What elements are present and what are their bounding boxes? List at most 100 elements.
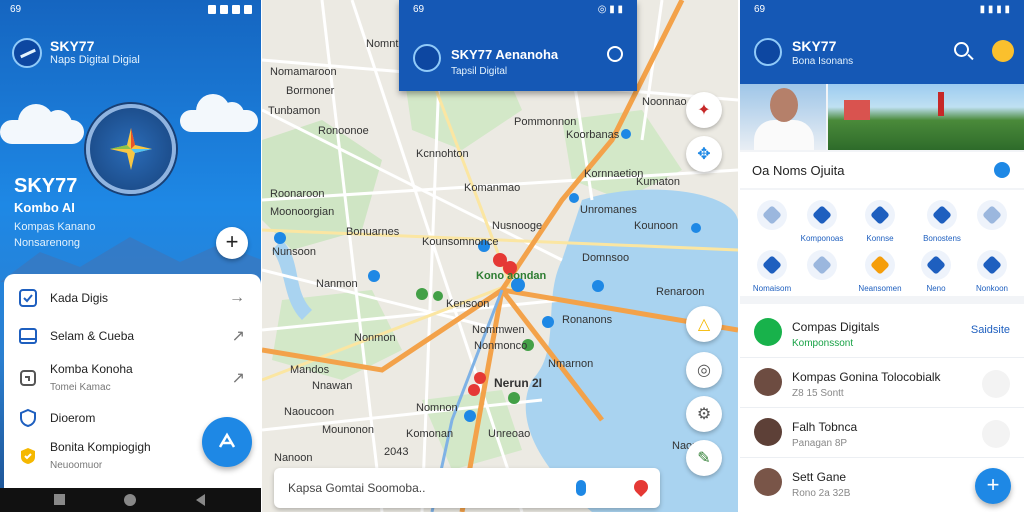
category-label: Nomaisom	[752, 284, 792, 293]
location-icon: ✥	[697, 146, 711, 163]
menu-item[interactable]: Selam & Cueba ↗	[4, 316, 261, 356]
menu-item-label: Selam & Cueba	[50, 329, 135, 343]
brand-subtitle: Kombo AI	[14, 200, 75, 215]
flower-icon	[865, 200, 895, 230]
category-item[interactable]: Bonostens	[914, 200, 970, 243]
shield-icon	[20, 408, 36, 428]
map-label: Unromanes	[580, 204, 637, 216]
map-search-bar[interactable]: Kapsa Gomtai Soomoba..	[274, 468, 660, 508]
menu-item-label: Bonita Kompiogigh	[50, 440, 151, 454]
landscape-photo[interactable]	[828, 84, 1024, 150]
category-item[interactable]	[794, 250, 850, 284]
map-label: Nomnon	[416, 402, 458, 414]
map-label: Nmarnon	[548, 358, 594, 370]
map-label: Kounsomnonce	[422, 236, 499, 248]
app-name: SKY77	[50, 38, 95, 54]
category-item[interactable]: Neansomen	[852, 250, 908, 293]
arrow-right-icon: →	[229, 289, 245, 306]
globe-icon[interactable]	[994, 162, 1010, 178]
check-square-icon	[19, 289, 37, 307]
category-item[interactable]: Nomaisom	[744, 250, 800, 293]
map-label: Kumaton	[636, 176, 681, 188]
category-item[interactable]: Komponoas	[794, 200, 850, 243]
map-label: Komonan	[406, 428, 454, 440]
edit-button[interactable]: ✎	[686, 440, 722, 476]
app-logo-icon	[12, 38, 42, 68]
add-fab-button[interactable]: +	[975, 468, 1011, 504]
home-icon[interactable]	[124, 494, 136, 506]
map-label: Ronanons	[562, 314, 613, 326]
map-label: Kcnnohton	[416, 148, 469, 160]
map-label: Kounoon	[634, 220, 679, 232]
guide-photo[interactable]	[740, 84, 826, 150]
add-button[interactable]: +	[216, 227, 248, 259]
layers-button[interactable]: ✦	[686, 92, 722, 128]
list-item[interactable]: Falh Tobnca Panagan 8P	[740, 408, 1024, 458]
map-label: Komanmao	[464, 182, 521, 194]
list-item-subtitle: Panagan 8P	[792, 438, 848, 449]
avatar[interactable]	[992, 40, 1014, 62]
screenshot-collage: 69 SKY77 Naps Digital Digial SKY77 Kombo…	[0, 0, 1024, 512]
app-subtitle: Bona Isonans	[792, 56, 854, 67]
map-label: Roonaroon	[270, 188, 325, 200]
category-item[interactable]	[964, 200, 1020, 234]
category-label: Konnse	[866, 234, 894, 243]
list-item-title: Falh Tobnca	[792, 420, 858, 434]
app-subtitle: Naps Digital Digial	[50, 54, 140, 66]
map-label: Naoucoon	[284, 406, 335, 418]
microphone-icon[interactable]	[576, 480, 586, 496]
shield-icon	[807, 200, 837, 230]
map-label: Ronoonoe	[318, 125, 369, 137]
map-label: Pommonnon	[514, 116, 577, 128]
list-item[interactable]: Kompas Gonina Tolocobialk Z8 15 Sontt	[740, 358, 1024, 408]
map-label: Nomamaroon	[270, 66, 337, 78]
list-item[interactable]: Compas Digitals Komponssont Saidsite	[740, 308, 1024, 358]
status-time: 69	[413, 4, 425, 15]
blank-icon	[977, 200, 1007, 230]
list-item-title: Compas Digitals	[792, 320, 880, 334]
directions-button[interactable]: △	[686, 306, 722, 342]
pin-icon[interactable]	[631, 477, 651, 497]
back-icon[interactable]	[196, 494, 205, 506]
star-icon	[927, 200, 957, 230]
menu-item-sub: Neuoomuor	[50, 460, 103, 471]
more-button[interactable]	[982, 370, 1010, 398]
map-label: Bormoner	[286, 85, 335, 97]
category-item[interactable]: Konnse	[852, 200, 908, 243]
compass-button[interactable]: ◎	[686, 352, 722, 388]
home-screen: 69 SKY77 Naps Digital Digial SKY77 Kombo…	[0, 0, 262, 512]
list-item-action[interactable]: Saidsite	[971, 324, 1010, 336]
building-icon	[844, 100, 870, 120]
flower-icon	[865, 250, 895, 280]
map-label: Domnsoo	[582, 252, 630, 264]
category-item[interactable]	[744, 200, 800, 234]
settings-button[interactable]: ⚙	[686, 396, 722, 432]
profile-icon[interactable]	[607, 46, 623, 62]
search-icon[interactable]	[954, 42, 969, 57]
map-label: Nommwen	[472, 324, 525, 336]
menu-sheet: Kada Digis → Selam & Cueba ↗ Komba Konoh…	[4, 274, 261, 488]
app-title: SKY77	[792, 38, 837, 54]
recent-apps-icon[interactable]	[54, 494, 65, 505]
menu-item-label: Kada Digis	[50, 291, 109, 305]
list-item-subtitle: Komponssont	[792, 338, 854, 349]
navigate-fab-button[interactable]	[202, 417, 252, 467]
section-header: Oa Noms Ojuita	[740, 152, 1024, 188]
cloud-icon	[0, 104, 84, 144]
map-label: Koorbanas	[566, 129, 620, 141]
map-label: Kono aondan	[476, 270, 547, 282]
search-input[interactable]: Kapsa Gomtai Soomoba..	[288, 481, 425, 495]
category-item[interactable]: Neno	[908, 250, 964, 293]
list-item-subtitle: Z8 15 Sontt	[792, 388, 844, 399]
category-label: Bonostens	[923, 234, 961, 243]
status-icons: ▮ ▮ ▮ ▮	[979, 4, 1010, 15]
map-label: Nerun 2I	[494, 376, 543, 390]
chat-icon	[807, 250, 837, 280]
category-item[interactable]: Nonkoon	[964, 250, 1020, 293]
avatar	[754, 368, 782, 396]
explore-screen: 69 ▮ ▮ ▮ ▮ SKY77 Bona Isonans Oa Noms Oj…	[740, 0, 1024, 512]
menu-item[interactable]: Komba Konoha Tomei Kamac ↗	[4, 358, 261, 398]
more-button[interactable]	[982, 420, 1010, 448]
menu-item[interactable]: Kada Digis →	[4, 278, 261, 318]
locate-button[interactable]: ✥	[686, 136, 722, 172]
